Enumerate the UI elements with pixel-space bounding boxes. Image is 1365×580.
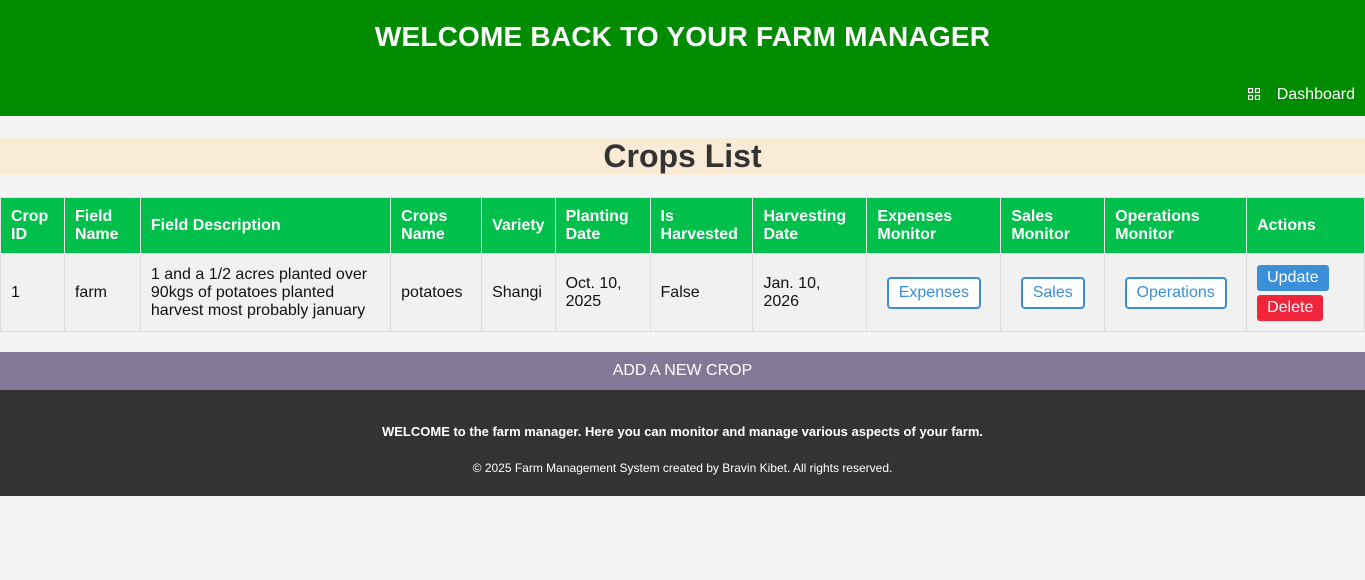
cell-actions: Update Delete <box>1246 253 1365 332</box>
cell-crops-name: potatoes <box>390 253 483 332</box>
dashboard-label: Dashboard <box>1276 86 1355 103</box>
expenses-button[interactable]: Expenses <box>886 276 981 309</box>
col-crops-name: Crops Name <box>390 197 483 254</box>
footer-welcome-text: WELCOME to the farm manager. Here you ca… <box>381 424 984 439</box>
cell-sales: Sales <box>1000 253 1106 332</box>
cell-operations: Operations <box>1104 253 1248 332</box>
cell-harvesting-date: Jan. 10, 2026 <box>752 253 868 332</box>
col-crop-id: Crop ID <box>0 197 65 254</box>
col-operations-monitor: Operations Monitor <box>1104 197 1248 254</box>
cell-field-name: farm <box>63 253 141 332</box>
dashboard-link[interactable]: Dashboard <box>1247 86 1355 104</box>
col-field-name: Field Name <box>63 197 141 254</box>
sales-button[interactable]: Sales <box>1020 276 1085 309</box>
add-new-crop-button[interactable]: ADD A NEW CROP <box>0 352 1365 390</box>
cell-expenses: Expenses <box>866 253 1002 332</box>
grid-icon <box>1247 88 1260 100</box>
col-variety: Variety <box>481 197 556 254</box>
footer-copyright: © 2025 Farm Management System created by… <box>472 461 893 475</box>
col-field-description: Field Description <box>139 197 392 254</box>
update-button[interactable]: Update <box>1257 264 1329 291</box>
table-row: 1 farm 1 and a 1/2 acres planted over 90… <box>0 253 1365 332</box>
col-harvesting-date: Harvesting Date <box>752 197 868 254</box>
col-expenses-monitor: Expenses Monitor <box>866 197 1002 254</box>
page-header: WELCOME BACK TO YOUR FARM MANAGER Dashbo… <box>0 0 1365 116</box>
cell-planting-date: Oct. 10, 2025 <box>554 253 651 332</box>
crops-table: Crop ID Field Name Field Description Cro… <box>0 197 1365 332</box>
page-title: WELCOME BACK TO YOUR FARM MANAGER <box>374 21 991 52</box>
cell-field-description: 1 and a 1/2 acres planted over 90kgs of … <box>139 253 392 332</box>
col-planting-date: Planting Date <box>554 197 651 254</box>
col-actions: Actions <box>1246 197 1365 254</box>
col-is-harvested: Is Harvested <box>649 197 754 254</box>
cell-is-harvested: False <box>649 253 754 332</box>
cell-variety: Shangi <box>481 253 556 332</box>
table-header-row: Crop ID Field Name Field Description Cro… <box>0 197 1365 254</box>
operations-button[interactable]: Operations <box>1124 276 1227 309</box>
page-footer: WELCOME to the farm manager. Here you ca… <box>0 390 1365 496</box>
cell-crop-id: 1 <box>0 253 65 332</box>
crops-list-heading: Crops List <box>0 138 1365 175</box>
delete-button[interactable]: Delete <box>1257 294 1324 321</box>
col-sales-monitor: Sales Monitor <box>1000 197 1106 254</box>
